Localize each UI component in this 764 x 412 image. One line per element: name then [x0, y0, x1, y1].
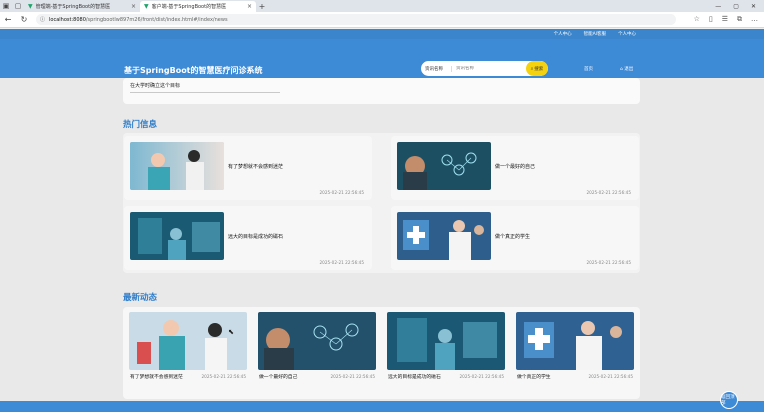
close-tab-icon[interactable]: × [131, 3, 136, 10]
vue-favicon-icon: ▼ [144, 3, 149, 10]
collections-icon[interactable]: ⧉ [737, 15, 742, 24]
news-item-title[interactable]: 有了梦想就不会感到迷茫 [130, 373, 183, 380]
news-item-title[interactable]: 做个真正的学生 [517, 373, 551, 380]
news-image [258, 312, 376, 370]
hot-card[interactable]: 做一个最好的自己 2025-02-21 22:56:45 [391, 136, 639, 200]
search-button[interactable]: ⌕ 搜索 [526, 61, 548, 76]
top-link-personal[interactable]: 个人中心 [554, 31, 572, 37]
footer-bar [0, 401, 764, 412]
hot-image [397, 212, 491, 260]
intro-text: 在大学时确立这个目标 [130, 83, 181, 89]
hot-card[interactable]: 远大的目标是成功的磁石 2025-02-21 22:56:45 [124, 206, 372, 270]
news-item-title[interactable]: 做一个最好的自己 [259, 373, 297, 380]
news-card[interactable]: 有了梦想就不会感到迷茫 2025-02-21 22:56:45 [129, 312, 247, 387]
close-tab-icon[interactable]: × [247, 3, 252, 10]
url-path: /springbootlw897m26/front/dist/index.htm… [85, 16, 228, 23]
news-item-date: 2025-02-21 22:56:45 [201, 374, 246, 379]
news-card[interactable]: 远大的目标是成功的磁石 2025-02-21 22:56:45 [387, 312, 505, 387]
section-title-news: 最新动态 [123, 293, 158, 303]
web-page: 个人中心 智能AI客服 个人中心 基于SpringBoot的智慧医疗问诊系统 资… [0, 29, 764, 412]
minimize-icon[interactable]: — [715, 3, 721, 10]
hot-card[interactable]: 有了梦想就不会感到迷茫 2025-02-21 22:56:45 [124, 136, 372, 200]
news-item-date: 2025-02-21 22:56:45 [330, 374, 375, 379]
hot-item-title[interactable]: 做一个最好的自己 [495, 163, 535, 170]
news-card[interactable]: 做个真正的学生 2025-02-21 22:56:45 [516, 312, 634, 387]
hot-item-title[interactable]: 有了梦想就不会感到迷茫 [228, 163, 283, 170]
url-host: localhost:8080 [49, 16, 86, 23]
hot-image [397, 142, 491, 190]
top-strip: 个人中心 智能AI客服 个人中心 [0, 29, 764, 39]
hot-item-date: 2025-02-21 22:56:45 [586, 190, 631, 195]
window-controls: — ▢ ✕ [715, 3, 764, 10]
divider [130, 92, 280, 93]
hot-item-date: 2025-02-21 22:56:45 [319, 260, 364, 265]
hot-item-title[interactable]: 做个真正的学生 [495, 233, 530, 240]
refresh-icon[interactable]: ↻ [16, 15, 32, 24]
hot-image [130, 212, 224, 260]
browser-tab-admin[interactable]: ▼ 管理端-基于SpringBoot的智慧医 × [24, 1, 140, 12]
news-image [516, 312, 634, 370]
hot-card[interactable]: 做个真正的学生 2025-02-21 22:56:45 [391, 206, 639, 270]
news-item-date: 2025-02-21 22:56:45 [588, 374, 633, 379]
tab-title: 客户端-基于SpringBoot的智慧医 [151, 4, 227, 10]
new-tab-plus-icon[interactable]: + [256, 1, 268, 12]
hot-item-title[interactable]: 远大的目标是成功的磁石 [228, 233, 283, 240]
site-header: 基于SpringBoot的智慧医疗问诊系统 资讯名称 ⌕搜索 首页 ⌂ 退出 [0, 39, 764, 78]
browser-tabbar: ▣ ▢ ▼ 管理端-基于SpringBoot的智慧医 × ▼ 客户端-基于Spr… [0, 0, 764, 12]
back-icon[interactable]: ← [0, 15, 16, 24]
site-title: 基于SpringBoot的智慧医疗问诊系统 [124, 66, 263, 75]
intro-box [123, 78, 640, 104]
url-field[interactable]: ⓘ localhost:8080/springbootlw897m26/fron… [36, 14, 676, 25]
news-image [129, 312, 247, 370]
hot-image [130, 142, 224, 190]
address-bar-row: ← ↻ ⓘ localhost:8080/springbootlw897m26/… [0, 12, 764, 28]
news-item-date: 2025-02-21 22:56:45 [459, 374, 504, 379]
news-card[interactable]: 做一个最好的自己 2025-02-21 22:56:45 [258, 312, 376, 387]
maximize-icon[interactable]: ▢ [733, 3, 739, 10]
hot-item-date: 2025-02-21 22:56:45 [586, 260, 631, 265]
split-screen-icon[interactable]: ▯ [709, 15, 713, 24]
section-title-hot: 热门信息 [123, 120, 158, 130]
favorites-icon[interactable]: ☰ [722, 15, 728, 24]
nav-home[interactable]: 首页 [584, 66, 593, 72]
search-box: 资讯名称 ⌕搜索 [421, 61, 548, 76]
back-to-top-button[interactable]: 返回顶部 [720, 391, 738, 409]
star-icon[interactable]: ☆ [694, 15, 700, 24]
hot-item-date: 2025-02-21 22:56:45 [319, 190, 364, 195]
browser-tab-client[interactable]: ▼ 客户端-基于SpringBoot的智慧医 × [140, 1, 256, 12]
search-icon: ⌕ [530, 66, 534, 72]
vue-favicon-icon: ▼ [28, 3, 33, 10]
news-image [387, 312, 505, 370]
news-item-title[interactable]: 远大的目标是成功的磁石 [388, 373, 441, 380]
nav-logout[interactable]: ⌂ 退出 [620, 66, 633, 72]
search-input[interactable] [452, 66, 520, 71]
window-menu-icon[interactable]: ▣ [0, 0, 12, 12]
cursor-icon: ⬉ [228, 328, 234, 336]
top-link-ai-service[interactable]: 智能AI客服 [584, 31, 606, 37]
top-link-center[interactable]: 个人中心 [618, 31, 636, 37]
more-icon[interactable]: … [751, 15, 758, 24]
browser-toolbar: ☆ ▯ ☰ ⧉ … [694, 15, 764, 24]
close-window-icon[interactable]: ✕ [751, 3, 756, 10]
search-type-select[interactable]: 资讯名称 [421, 65, 452, 72]
tab-title: 管理端-基于SpringBoot的智慧医 [35, 4, 111, 10]
tab-actions-icon[interactable]: ▢ [12, 0, 24, 12]
info-icon[interactable]: ⓘ [40, 16, 45, 23]
